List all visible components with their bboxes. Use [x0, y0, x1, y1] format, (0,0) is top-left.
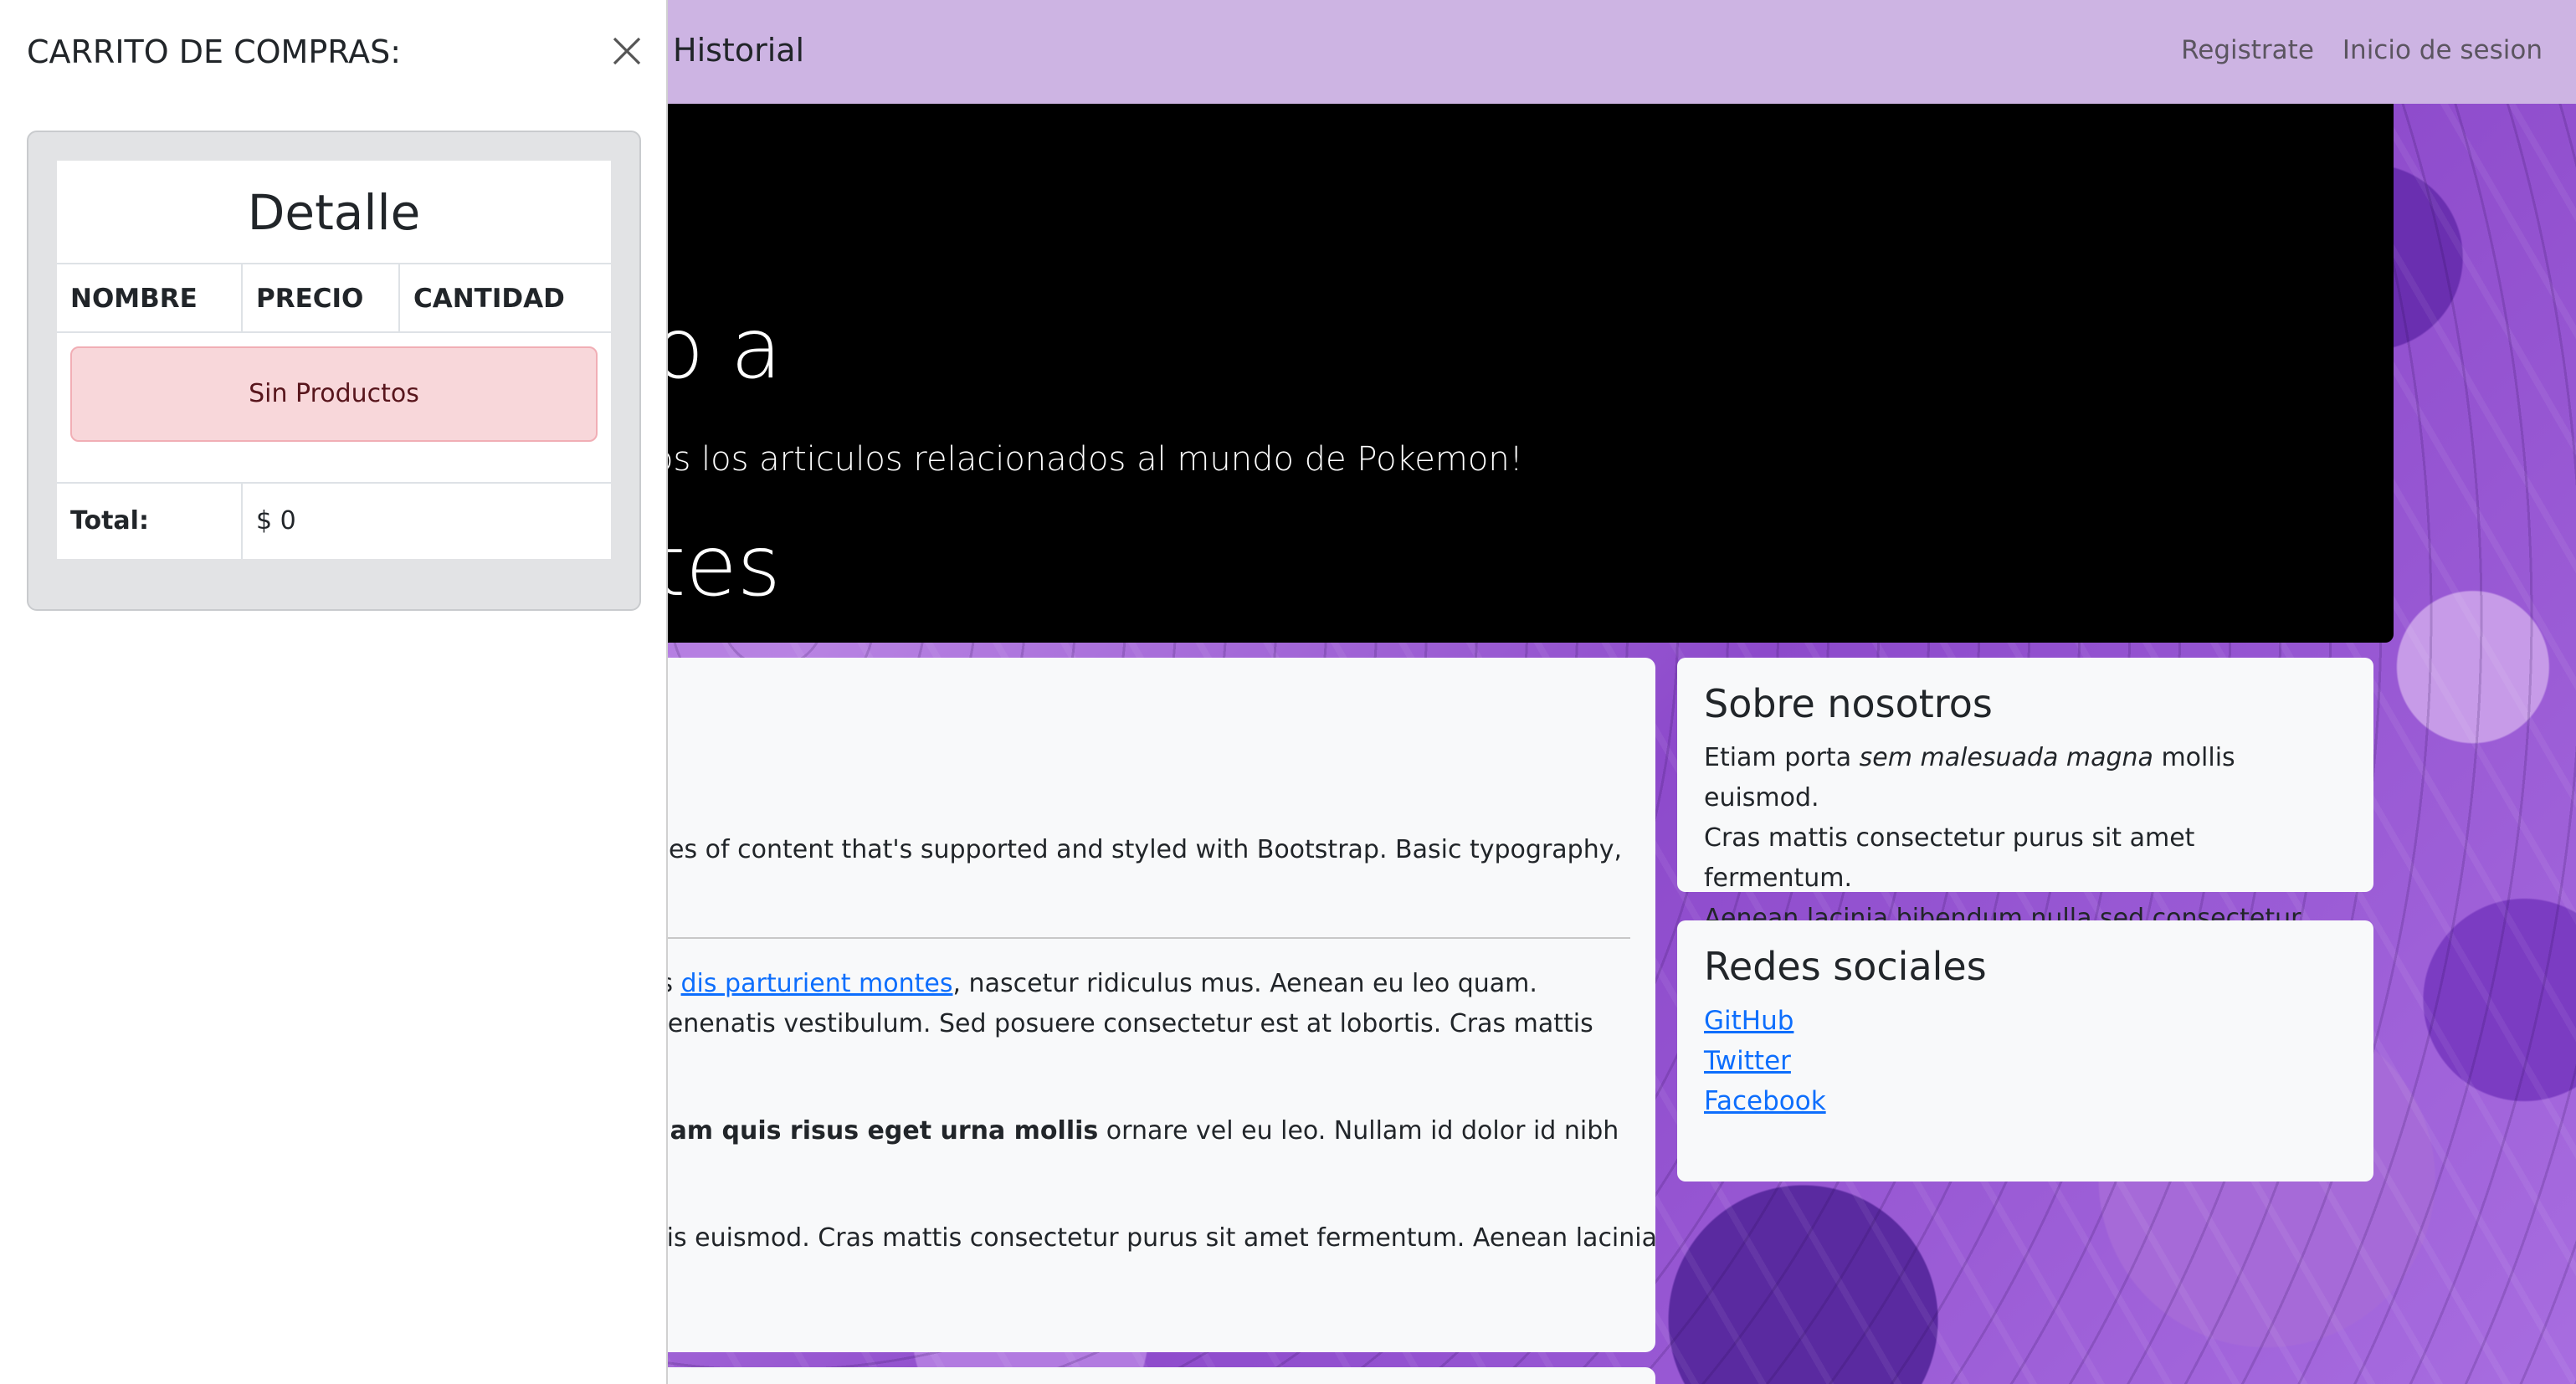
hero-title-line2: tes: [653, 517, 781, 615]
column-header-price: PRECIO: [243, 264, 400, 331]
content-paragraph-2: is dis parturient montes, nascetur ridic…: [653, 964, 1537, 1004]
social-link-github[interactable]: GitHub: [1704, 1001, 2347, 1041]
content-text: ornare vel eu leo. Nullam id dolor id ni…: [1098, 1116, 1619, 1146]
hero-title: o a tes: [653, 186, 1908, 643]
cart-panel: Detalle NOMBRE PRECIO CANTIDAD Sin Produ…: [27, 131, 641, 611]
content-paragraph-1: pes of content that's supported and styl…: [653, 835, 1623, 864]
close-icon: [613, 37, 641, 65]
column-header-quantity: CANTIDAD: [413, 284, 565, 314]
cart-table-header-row: NOMBRE PRECIO CANTIDAD: [57, 264, 611, 333]
nav-history-link[interactable]: Historial: [673, 32, 804, 69]
content-paragraph-3: llam quis risus eget urna mollis ornare …: [653, 1111, 1619, 1151]
content-bold-text: llam quis risus eget urna mollis: [653, 1116, 1099, 1146]
cart-total-value: $ 0: [256, 506, 296, 536]
main-content-card: pes of content that's supported and styl…: [653, 658, 1657, 1352]
cart-title: CARRITO DE COMPRAS:: [27, 33, 402, 70]
column-header-name: NOMBRE: [57, 264, 243, 331]
hero-subtitle: os los articulos relacionados al mundo d…: [653, 440, 1523, 479]
close-button[interactable]: [609, 33, 644, 69]
about-card: Sobre nosotros Etiam porta sem malesuada…: [1677, 658, 2373, 933]
social-card: Redes sociales GitHub Twitter Facebook: [1677, 920, 2373, 1182]
about-text-part: Etiam porta: [1704, 743, 1860, 772]
content-text: , nascetur ridiculus mus. Aenean eu leo …: [952, 969, 1537, 998]
social-links: GitHub Twitter Facebook: [1704, 1001, 2347, 1121]
social-link-facebook[interactable]: Facebook: [1704, 1081, 2347, 1121]
content-divider: [653, 937, 1630, 939]
social-title: Redes sociales: [1704, 944, 1987, 989]
nav-login-link[interactable]: Inicio de sesion: [2343, 35, 2543, 65]
content-paragraph-2b: venenatis vestibulum. Sed posuere consec…: [653, 1009, 1593, 1038]
about-text-part: Cras mattis consectetur purus sit amet f…: [1704, 823, 2195, 893]
nav-right-group: Registrate Inicio de sesion: [2181, 35, 2543, 65]
cart-table: Detalle NOMBRE PRECIO CANTIDAD Sin Produ…: [57, 161, 611, 559]
social-link-twitter[interactable]: Twitter: [1704, 1041, 2347, 1081]
content-paragraph-4: llis euismod. Cras mattis consectetur pu…: [653, 1223, 1657, 1253]
about-text-italic: sem malesuada magna: [1859, 743, 2153, 772]
about-text: Etiam porta sem malesuada magna mollis e…: [1704, 738, 2347, 939]
secondary-content-card: [653, 1367, 1655, 1384]
empty-cart-alert: Sin Productos: [70, 346, 598, 442]
cart-offcanvas: CARRITO DE COMPRAS: Detalle NOMBRE PRECI…: [0, 0, 668, 1384]
hero-title-line1: o a: [653, 300, 783, 397]
cart-total-label: Total:: [57, 484, 243, 559]
nav-register-link[interactable]: Registrate: [2181, 35, 2314, 65]
cart-total-row: Total: $ 0: [57, 482, 611, 559]
about-title: Sobre nosotros: [1704, 681, 1993, 726]
cart-table-title: Detalle: [57, 161, 611, 264]
hero-banner: o a tes os los articulos relacionados al…: [653, 104, 2394, 643]
content-inline-link[interactable]: dis parturient montes: [681, 969, 953, 998]
